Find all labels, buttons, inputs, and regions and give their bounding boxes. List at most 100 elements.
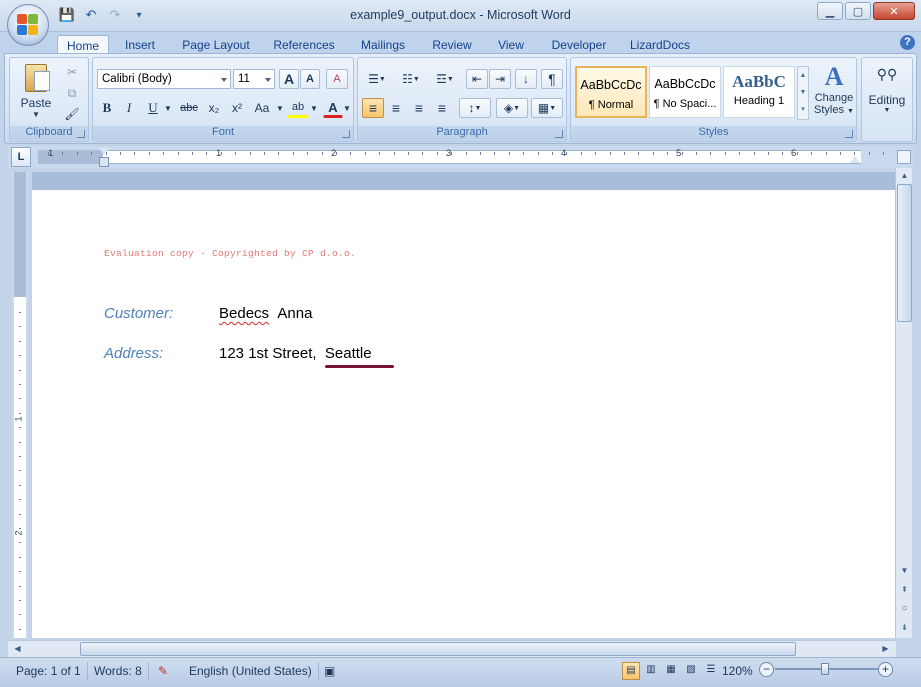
office-button[interactable] xyxy=(7,4,49,46)
zoom-out-button[interactable]: − xyxy=(759,662,774,677)
proofing-icon[interactable]: ✎ xyxy=(152,662,174,680)
strikethrough-button[interactable]: abc xyxy=(177,98,201,118)
zoom-slider-thumb[interactable] xyxy=(821,663,829,675)
outline-icon[interactable]: ▧ xyxy=(682,662,700,680)
align-left-icon[interactable]: ≡ xyxy=(362,98,384,118)
scroll-down-icon[interactable]: ▼ xyxy=(897,563,912,578)
tab-references[interactable]: References xyxy=(269,35,339,54)
indent-marker[interactable] xyxy=(99,148,109,155)
chevron-down-icon: ▼ xyxy=(549,104,557,112)
zoom-in-button[interactable]: + xyxy=(878,662,893,677)
close-button[interactable]: ✕ xyxy=(873,2,915,20)
next-page-icon[interactable]: ⇟ xyxy=(897,620,912,635)
increase-indent-icon[interactable]: ⇥ xyxy=(489,69,511,89)
print-layout-icon[interactable]: ▤ xyxy=(622,662,640,680)
chevron-down-icon[interactable]: ▼ xyxy=(342,98,352,118)
zoom-level[interactable]: 120% xyxy=(716,662,759,680)
word-count[interactable]: Words: 8 xyxy=(88,662,149,680)
editing-button[interactable]: ⚲⚲ Editing ▼ xyxy=(864,62,910,122)
address-value[interactable]: 123 1st Street, Seattle xyxy=(219,345,372,362)
paragraph-launcher[interactable] xyxy=(555,130,563,138)
clear-formatting-button[interactable]: A xyxy=(326,69,348,89)
format-painter-icon[interactable]: 🖌 xyxy=(62,104,82,124)
tab-view[interactable]: View xyxy=(493,35,529,54)
subscript-button[interactable]: x₂ xyxy=(204,98,224,118)
chevron-down-icon[interactable]: ▼ xyxy=(309,98,319,118)
show-formatting-button[interactable]: ¶ xyxy=(541,69,563,89)
justify-icon[interactable]: ≡ xyxy=(431,98,453,118)
font-color-button[interactable]: A xyxy=(323,98,343,118)
bold-button[interactable]: B xyxy=(97,98,117,118)
tab-page-layout[interactable]: Page Layout xyxy=(178,35,254,54)
superscript-button[interactable]: x² xyxy=(227,98,247,118)
grow-font-button[interactable]: A xyxy=(279,69,299,89)
styles-launcher[interactable] xyxy=(845,130,853,138)
address-street[interactable]: 123 1st Street, xyxy=(219,345,317,362)
numbering-button[interactable]: ☷ ▼ xyxy=(396,69,426,89)
help-icon[interactable]: ? xyxy=(900,35,915,50)
bullets-button[interactable]: ☰ ▼ xyxy=(362,69,392,89)
ruler-tick xyxy=(19,499,21,501)
zoom-slider[interactable] xyxy=(775,663,880,675)
document-area[interactable]: Evaluation copy - Copyrighted by CP d.o.… xyxy=(32,172,895,638)
macro-recording-icon[interactable]: ▣ xyxy=(318,662,341,680)
style-normal[interactable]: AaBbCcDc ¶ Normal xyxy=(575,66,647,118)
language[interactable]: English (United States) xyxy=(183,662,319,680)
minimize-button[interactable]: ▁ xyxy=(817,2,843,20)
align-center-icon[interactable]: ≡ xyxy=(385,98,407,118)
paste-button[interactable]: Paste ▼ xyxy=(16,62,56,119)
page[interactable]: Evaluation copy - Copyrighted by CP d.o.… xyxy=(32,190,895,638)
font-launcher[interactable] xyxy=(342,130,350,138)
scroll-up-icon[interactable]: ▲ xyxy=(897,168,912,183)
tab-developer[interactable]: Developer xyxy=(547,35,611,54)
borders-button[interactable]: ▦ ▼ xyxy=(531,98,563,118)
tab-selector[interactable]: L xyxy=(11,147,31,167)
align-right-icon[interactable]: ≡ xyxy=(408,98,430,118)
line-spacing-button[interactable]: ↕ ▼ xyxy=(459,98,491,118)
chevron-down-icon[interactable]: ▼ xyxy=(275,98,285,118)
tab-home[interactable]: Home xyxy=(57,35,109,55)
tab-review[interactable]: Review xyxy=(427,35,477,54)
shading-button[interactable]: ◈ ▼ xyxy=(496,98,528,118)
decrease-indent-icon[interactable]: ⇤ xyxy=(466,69,488,89)
indent-marker[interactable] xyxy=(99,157,109,167)
change-styles-button[interactable]: A Change Styles ▼ xyxy=(813,62,855,124)
address-city[interactable]: Seattle xyxy=(325,345,372,362)
styles-scroll[interactable]: ▲ ▼ ▾ xyxy=(797,66,809,120)
tab-mailings[interactable]: Mailings xyxy=(355,35,411,54)
horizontal-scroll-thumb[interactable] xyxy=(80,642,796,656)
right-indent-marker[interactable] xyxy=(850,156,860,163)
customer-last-name[interactable]: Anna xyxy=(277,305,312,322)
cut-icon[interactable]: ✂ xyxy=(62,62,82,82)
change-case-button[interactable]: Aa xyxy=(251,98,273,118)
web-layout-icon[interactable]: ▦ xyxy=(662,662,680,680)
full-screen-reading-icon[interactable]: ▥ xyxy=(642,662,660,680)
customer-first-name[interactable]: Bedecs xyxy=(219,305,269,322)
previous-page-icon[interactable]: ⇞ xyxy=(897,582,912,597)
maximize-button[interactable]: ▢ xyxy=(845,2,871,20)
style-no-spacing[interactable]: AaBbCcDc ¶ No Spaci... xyxy=(649,66,721,118)
sort-icon[interactable]: ↓ xyxy=(515,69,537,89)
shrink-font-button[interactable]: A xyxy=(300,69,320,89)
italic-button[interactable]: I xyxy=(119,98,139,118)
page-count[interactable]: Page: 1 of 1 xyxy=(10,662,88,680)
scroll-left-icon[interactable]: ◀ xyxy=(10,641,25,656)
horizontal-scrollbar[interactable]: ◀ ▶ xyxy=(8,640,896,657)
customer-value[interactable]: Bedecs Anna xyxy=(219,305,312,322)
style-heading-1[interactable]: AaBbC Heading 1 xyxy=(723,66,795,118)
tab-insert[interactable]: Insert xyxy=(118,35,162,54)
highlight-button[interactable]: ab xyxy=(287,98,309,118)
view-ruler-icon[interactable] xyxy=(897,150,911,164)
font-size-combo[interactable]: 11 xyxy=(233,69,275,89)
multilevel-list-button[interactable]: ☲ ▼ xyxy=(430,69,460,89)
vertical-scroll-thumb[interactable] xyxy=(897,184,912,322)
scroll-right-icon[interactable]: ▶ xyxy=(878,641,893,656)
font-name-combo[interactable]: Calibri (Body) xyxy=(97,69,231,89)
underline-button[interactable]: U xyxy=(143,98,163,118)
copy-icon[interactable]: ⧉ xyxy=(62,83,82,103)
chevron-down-icon[interactable]: ▼ xyxy=(163,98,173,118)
select-browse-object-icon[interactable]: ○ xyxy=(897,601,912,616)
vertical-scrollbar[interactable]: ▲ ▼ ⇞ ○ ⇟ xyxy=(895,168,912,638)
tab-lizarddocs[interactable]: LizardDocs xyxy=(627,35,693,54)
clipboard-launcher[interactable] xyxy=(77,130,85,138)
